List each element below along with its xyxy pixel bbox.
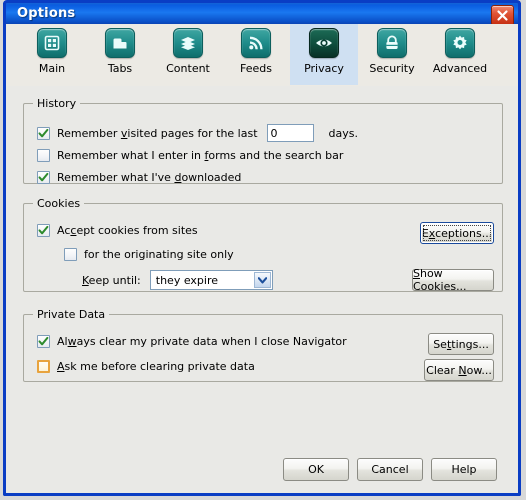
originating-only-row[interactable]: for the originating site only (64, 248, 234, 261)
clear-now-button-label: Clear Now... (426, 363, 492, 377)
tab-label-main: Main (38, 62, 66, 75)
remember-visited-label: Remember visited pages for the last (57, 126, 258, 140)
clear-now-button[interactable]: Clear Now... (424, 359, 494, 381)
ask-me-label: Ask me before clearing private data (57, 360, 255, 373)
tab-label-tabs: Tabs (107, 62, 133, 75)
cookies-legend: Cookies (37, 197, 81, 210)
cancel-button[interactable]: Cancel (357, 458, 423, 481)
tab-content[interactable]: Content (154, 24, 222, 85)
options-content-privacy: History Remember visited pages for the l… (6, 86, 518, 490)
tab-advanced[interactable]: Advanced (426, 24, 494, 85)
history-group: History Remember visited pages for the l… (23, 97, 503, 184)
keep-until-select[interactable]: they expire (149, 270, 273, 290)
history-days-suffix: days. (328, 126, 358, 140)
remember-downloads-label: Remember what I've downloaded (57, 171, 242, 184)
originating-only-checkbox[interactable] (64, 248, 77, 261)
tab-label-security: Security (369, 62, 415, 75)
title-bar: Options (3, 0, 521, 26)
tab-label-privacy: Privacy (304, 62, 344, 75)
content-stack-icon (173, 28, 203, 58)
always-clear-checkbox[interactable] (37, 335, 50, 348)
accept-cookies-checkbox[interactable] (37, 224, 50, 237)
private-data-group: Private Data Always clear my private dat… (23, 308, 503, 382)
always-clear-row[interactable]: Always clear my private data when I clos… (37, 335, 347, 348)
tab-tabs[interactable]: Tabs (86, 24, 154, 85)
keep-until-row: Keep until: they expire (82, 270, 273, 290)
focus-ring (423, 225, 491, 241)
window-title: Options (17, 6, 76, 21)
tabs-icon (105, 28, 135, 58)
tab-strip: Main Tabs Content Feeds Privacy Security… (6, 24, 518, 87)
main-grid-icon (37, 28, 67, 58)
remember-downloads-checkbox[interactable] (37, 171, 50, 184)
show-cookies-button-label: Show Cookies... (413, 267, 467, 293)
tab-main[interactable]: Main (18, 24, 86, 85)
ask-me-checkbox[interactable] (37, 360, 50, 373)
ok-button[interactable]: OK (283, 458, 349, 481)
privacy-eye-icon (309, 28, 339, 58)
tab-privacy[interactable]: Privacy (290, 24, 358, 85)
remember-visited-checkbox[interactable] (37, 126, 50, 140)
remember-forms-checkbox[interactable] (37, 149, 50, 162)
close-icon[interactable] (491, 5, 514, 26)
remember-downloads-row[interactable]: Remember what I've downloaded (37, 171, 241, 184)
originating-only-label: for the originating site only (84, 248, 234, 261)
security-lock-icon (377, 28, 407, 58)
settings-button-label: Settings... (433, 337, 489, 351)
remember-forms-row[interactable]: Remember what I enter in forms and the s… (37, 149, 343, 162)
keep-until-selected-value: they expire (155, 273, 218, 287)
ask-me-row[interactable]: Ask me before clearing private data (37, 360, 255, 373)
history-legend: History (37, 97, 77, 110)
accept-cookies-label: Accept cookies from sites (57, 224, 198, 237)
exceptions-button[interactable]: Exceptions... (420, 222, 494, 244)
private-data-legend: Private Data (37, 308, 106, 321)
settings-button-wrap: Settings... (428, 333, 494, 355)
close-x-glyph (497, 10, 508, 21)
accept-cookies-row[interactable]: Accept cookies from sites (37, 224, 198, 237)
history-days-input[interactable] (266, 124, 314, 142)
show-cookies-button-wrap: Show Cookies... (412, 267, 494, 293)
always-clear-label: Always clear my private data when I clos… (57, 335, 347, 348)
exceptions-button-wrap: Exceptions... (420, 222, 494, 244)
feeds-rss-icon (241, 28, 271, 58)
remember-forms-label: Remember what I enter in forms and the s… (57, 149, 344, 162)
chevron-down-icon[interactable] (253, 272, 271, 288)
remember-visited-row[interactable]: Remember visited pages for the last days… (37, 124, 358, 142)
options-dialog: Options Main Tabs Content Feeds Privacy … (3, 0, 521, 496)
tab-feeds[interactable]: Feeds (222, 24, 290, 85)
tab-label-feeds: Feeds (240, 62, 272, 75)
tab-label-content: Content (166, 62, 210, 75)
tab-label-advanced: Advanced (432, 62, 488, 75)
cookies-group: Cookies Accept cookies from sites for th… (23, 197, 503, 293)
keep-until-label: Keep until: (82, 273, 141, 287)
clear-now-button-wrap: Clear Now... (424, 359, 494, 381)
show-cookies-button[interactable]: Show Cookies... (412, 267, 494, 293)
help-button[interactable]: Help (431, 458, 497, 481)
tab-security[interactable]: Security (358, 24, 426, 85)
settings-button[interactable]: Settings... (428, 333, 494, 355)
advanced-gear-icon (445, 28, 475, 58)
